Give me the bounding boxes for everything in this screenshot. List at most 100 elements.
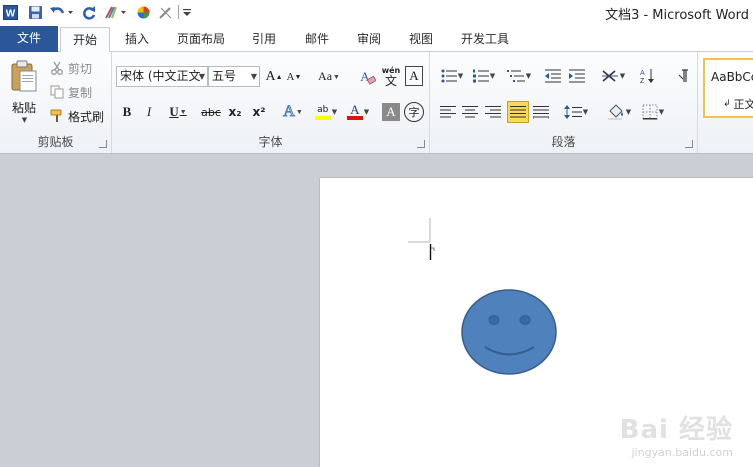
align-left-button[interactable] xyxy=(438,102,458,122)
font-name-dropdown-icon[interactable]: ▼ xyxy=(199,67,205,86)
tab-review[interactable]: 审阅 xyxy=(350,27,388,52)
document-workspace: Bai 经验 jingyan.baidu.com xyxy=(0,154,753,467)
brush-icon[interactable] xyxy=(102,3,128,21)
font-launcher-icon[interactable] xyxy=(417,140,425,148)
tab-view[interactable]: 视图 xyxy=(402,27,440,52)
grow-font-button[interactable]: A ▲ xyxy=(264,66,284,87)
align-left-icon xyxy=(440,106,456,118)
character-shading-button[interactable]: A xyxy=(382,103,400,121)
character-shading-label: A xyxy=(386,104,396,119)
bullets-icon xyxy=(441,69,457,83)
return-arrow-icon: ↲ xyxy=(723,99,731,109)
align-right-button[interactable] xyxy=(483,102,503,122)
tab-insert[interactable]: 插入 xyxy=(118,27,156,52)
character-border-label: A xyxy=(409,68,419,83)
redo-icon[interactable] xyxy=(80,3,98,21)
bold-button[interactable]: B xyxy=(118,102,136,122)
clipboard-launcher-icon[interactable] xyxy=(99,140,107,148)
numbering-icon xyxy=(472,69,489,83)
tab-mailings[interactable]: 邮件 xyxy=(298,27,336,52)
watermark-sub: jingyan.baidu.com xyxy=(631,446,733,459)
title-bar: W 文档3 - Microsoft Word xyxy=(0,0,753,25)
numbering-button[interactable]: ▼ xyxy=(470,66,498,86)
font-size-combo[interactable]: 五号 ▼ xyxy=(208,66,260,87)
superscript-label: x² xyxy=(252,105,266,119)
tab-developer[interactable]: 开发工具 xyxy=(454,27,516,52)
increase-indent-button[interactable] xyxy=(566,66,588,86)
underline-label: U xyxy=(169,104,179,119)
window-title: 文档3 - Microsoft Word xyxy=(605,8,749,23)
highlight-color-swatch xyxy=(314,115,331,120)
font-color-button[interactable]: A ▼ xyxy=(344,102,372,122)
word-app-icon[interactable]: W xyxy=(2,3,18,21)
color-wheel-icon[interactable] xyxy=(134,3,152,21)
paragraph-group: ▼ ▼ ▼ ▼ AZ ▼ ▼ ▼ 段落 xyxy=(430,52,698,153)
svg-text:W: W xyxy=(5,8,15,19)
undo-icon[interactable] xyxy=(48,3,74,21)
clear-formatting-button[interactable]: A xyxy=(356,66,378,87)
subscript-button[interactable]: x₂ xyxy=(224,102,246,122)
style-normal-label: 正文 xyxy=(733,98,753,111)
ribbon-tab-row: 文件 开始 插入 页面布局 引用 邮件 审阅 视图 开发工具 xyxy=(0,25,753,53)
tab-references[interactable]: 引用 xyxy=(246,27,282,52)
align-right-icon xyxy=(485,106,501,118)
chinese-layout-button[interactable]: ▼ xyxy=(598,66,628,86)
watermark: Bai 经验 jingyan.baidu.com xyxy=(620,409,733,459)
font-group-label: 字体 xyxy=(258,135,283,149)
paste-button[interactable]: 粘贴 ▼ xyxy=(4,56,44,126)
phonetic-char: 文 xyxy=(384,74,397,88)
change-case-button[interactable]: Aa ▼ xyxy=(314,66,344,87)
cut-button[interactable]: 剪切 xyxy=(50,59,106,77)
distributed-button[interactable] xyxy=(531,102,551,122)
strikethrough-button[interactable]: abc xyxy=(200,102,222,122)
style-normal-tile[interactable]: AaBbCc ↲ 正文 xyxy=(703,58,753,118)
shading-button[interactable]: ▼ xyxy=(604,102,634,122)
align-center-button[interactable] xyxy=(460,102,480,122)
format-painter-icon xyxy=(50,109,62,122)
clipboard-group-label: 剪贴板 xyxy=(37,135,74,149)
format-painter-button[interactable]: 格式刷 xyxy=(50,107,108,125)
paste-label: 粘贴 xyxy=(11,100,36,115)
decrease-indent-icon xyxy=(545,69,561,83)
multilevel-list-button[interactable]: ▼ xyxy=(504,66,534,86)
tab-file[interactable]: 文件 xyxy=(0,26,58,52)
italic-button[interactable]: I xyxy=(140,102,158,122)
sort-icon: AZ xyxy=(640,69,654,84)
save-icon[interactable] xyxy=(26,3,44,21)
qat-separator xyxy=(176,3,180,21)
paragraph-launcher-icon[interactable] xyxy=(685,140,693,148)
sort-button[interactable]: AZ xyxy=(636,66,658,86)
borders-icon xyxy=(642,104,658,120)
decrease-indent-button[interactable] xyxy=(542,66,564,86)
copy-button[interactable]: 复制 xyxy=(50,83,106,101)
distributed-icon xyxy=(533,106,549,119)
bullets-button[interactable]: ▼ xyxy=(438,66,466,86)
borders-button[interactable]: ▼ xyxy=(638,102,668,122)
underline-button[interactable]: U ▼ xyxy=(164,102,192,122)
line-spacing-button[interactable]: ▼ xyxy=(562,102,590,122)
font-size-dropdown-icon[interactable]: ▼ xyxy=(251,67,257,86)
enclose-characters-button[interactable]: 字 xyxy=(404,102,424,122)
justify-button[interactable] xyxy=(507,101,529,123)
italic-label: I xyxy=(146,104,152,119)
customize-qat-icon[interactable] xyxy=(182,3,192,21)
font-name-combo[interactable]: 宋体 (中文正文 ▼ xyxy=(116,66,208,87)
text-effects-button[interactable]: A ▼ xyxy=(278,102,308,122)
grow-font-label: A xyxy=(265,68,276,84)
show-marks-button[interactable] xyxy=(674,66,692,86)
character-border-button[interactable]: A xyxy=(405,66,423,86)
line-spacing-icon xyxy=(563,105,582,119)
tab-home[interactable]: 开始 xyxy=(60,27,110,53)
superscript-button[interactable]: x² xyxy=(248,102,270,122)
tab-page-layout[interactable]: 页面布局 xyxy=(170,27,232,52)
highlight-button[interactable]: ab ▼ xyxy=(310,102,342,122)
shrink-font-button[interactable]: A ▼ xyxy=(284,66,304,87)
chinese-layout-icon xyxy=(601,70,618,82)
paste-dropdown-icon[interactable]: ▼ xyxy=(22,116,27,124)
watermark-main: Bai 经验 xyxy=(619,415,733,445)
no-draw-icon[interactable] xyxy=(156,3,174,21)
clipboard-group: 粘贴 ▼ 剪切 复制 格式刷 剪贴板 xyxy=(0,52,112,153)
smiley-face-shape[interactable] xyxy=(461,289,557,375)
phonetic-guide-button[interactable]: wén 文 xyxy=(380,64,402,88)
increase-indent-icon xyxy=(569,69,585,83)
